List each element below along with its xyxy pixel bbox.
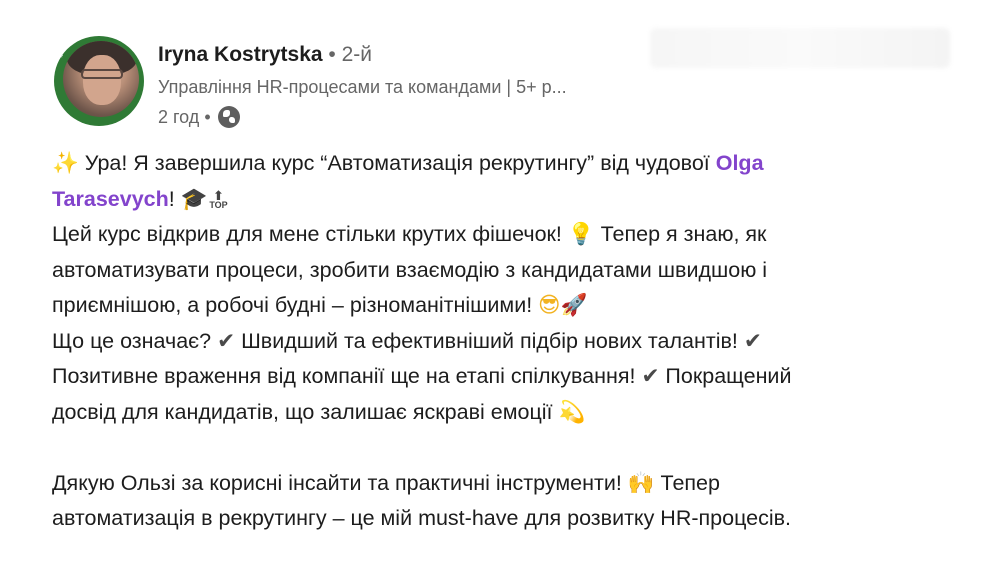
dizzy-icon: 💫 xyxy=(558,399,586,425)
post-text: Швидший та ефективніший підбір нових тал… xyxy=(235,328,744,353)
raised-hands-icon: 🙌 xyxy=(627,470,655,496)
top-arrow-icon: ⬆ TOP xyxy=(209,187,228,210)
post-text: ! xyxy=(168,186,181,211)
post-line-2: Tarasevych! 🎓 ⬆ TOP xyxy=(52,182,962,218)
post-line-4: автоматизувати процеси, зробити взаємоді… xyxy=(52,253,962,289)
meta-separator: • xyxy=(204,107,211,127)
post-text: приємнішою, а робочі будні – різноманітн… xyxy=(52,293,539,317)
mention-link[interactable]: Tarasevych xyxy=(52,187,169,211)
post-text: Тепер я знаю, як xyxy=(594,222,767,246)
post-line-1: ✨ Ура! Я завершила курс “Автоматизація р… xyxy=(52,146,962,182)
mention-link[interactable]: Olga xyxy=(716,151,764,175)
post-text: Що це означає? xyxy=(52,328,218,353)
glasses xyxy=(81,69,123,79)
author-name-line: Iryna Kostrytska • 2-й xyxy=(158,41,372,69)
check-mark-icon: ✔ xyxy=(743,328,762,354)
avatar-photo xyxy=(63,41,139,117)
connection-degree: 2-й xyxy=(341,43,373,66)
post-text: Цей курс відкрив для мене стільки крутих… xyxy=(52,222,568,246)
post-line-3: Цей курс відкрив для мене стільки крутих… xyxy=(52,217,962,253)
check-mark-icon: ✔ xyxy=(217,328,236,354)
post-line-10: автоматизація в рекрутингу – це мій must… xyxy=(52,501,962,537)
sparkles-icon: ✨ xyxy=(52,151,79,176)
post-text: Ура! Я завершила курс “Автоматизація рек… xyxy=(78,151,716,175)
post-text: Позитивне враження від компанії ще на ет… xyxy=(52,364,642,388)
post-header: #OPENTOWORK Iryna Kostrytska • 2-й Управ… xyxy=(54,36,954,136)
post-text: Тепер xyxy=(654,470,720,495)
rocket-icon: 🚀 xyxy=(560,293,588,318)
post-body: ✨ Ура! Я завершила курс “Автоматизація р… xyxy=(52,146,962,537)
paragraph-break xyxy=(52,430,962,466)
linkedin-post: #OPENTOWORK Iryna Kostrytska • 2-й Управ… xyxy=(0,0,992,566)
author-headline[interactable]: Управління HR-процесами та командами | 5… xyxy=(158,74,567,100)
post-text: досвід для кандидатів, що залишає яскрав… xyxy=(52,399,559,424)
post-time: 2 год xyxy=(158,107,200,127)
post-text: Покращений xyxy=(659,364,792,388)
post-line-6: Що це означає? ✔ Швидший та ефективніший… xyxy=(52,324,962,360)
globe-icon xyxy=(217,106,240,128)
sunglasses-face-icon: 😎 xyxy=(538,293,561,318)
post-line-8: досвід для кандидатів, що залишає яскрав… xyxy=(52,395,962,431)
post-text: автоматизувати процеси, зробити взаємоді… xyxy=(52,257,768,282)
author-name[interactable]: Iryna Kostrytska xyxy=(158,43,323,66)
separator-dot: • xyxy=(328,43,336,66)
graduation-cap-icon: 🎓 xyxy=(180,186,208,212)
light-bulb-icon: 💡 xyxy=(567,222,595,247)
post-meta: 2 год • xyxy=(158,104,240,130)
post-line-9: Дякую Ользі за корисні інсайти та практи… xyxy=(52,466,962,502)
post-line-7: Позитивне враження від компанії ще на ет… xyxy=(52,359,962,395)
post-text: автоматизація в рекрутингу – це мій must… xyxy=(52,506,792,530)
post-line-5: приємнішою, а робочі будні – різноманітн… xyxy=(52,288,962,324)
avatar[interactable]: #OPENTOWORK xyxy=(54,36,144,126)
post-text: Дякую Ользі за корисні інсайти та практи… xyxy=(52,470,628,495)
check-mark-icon: ✔ xyxy=(641,364,660,389)
